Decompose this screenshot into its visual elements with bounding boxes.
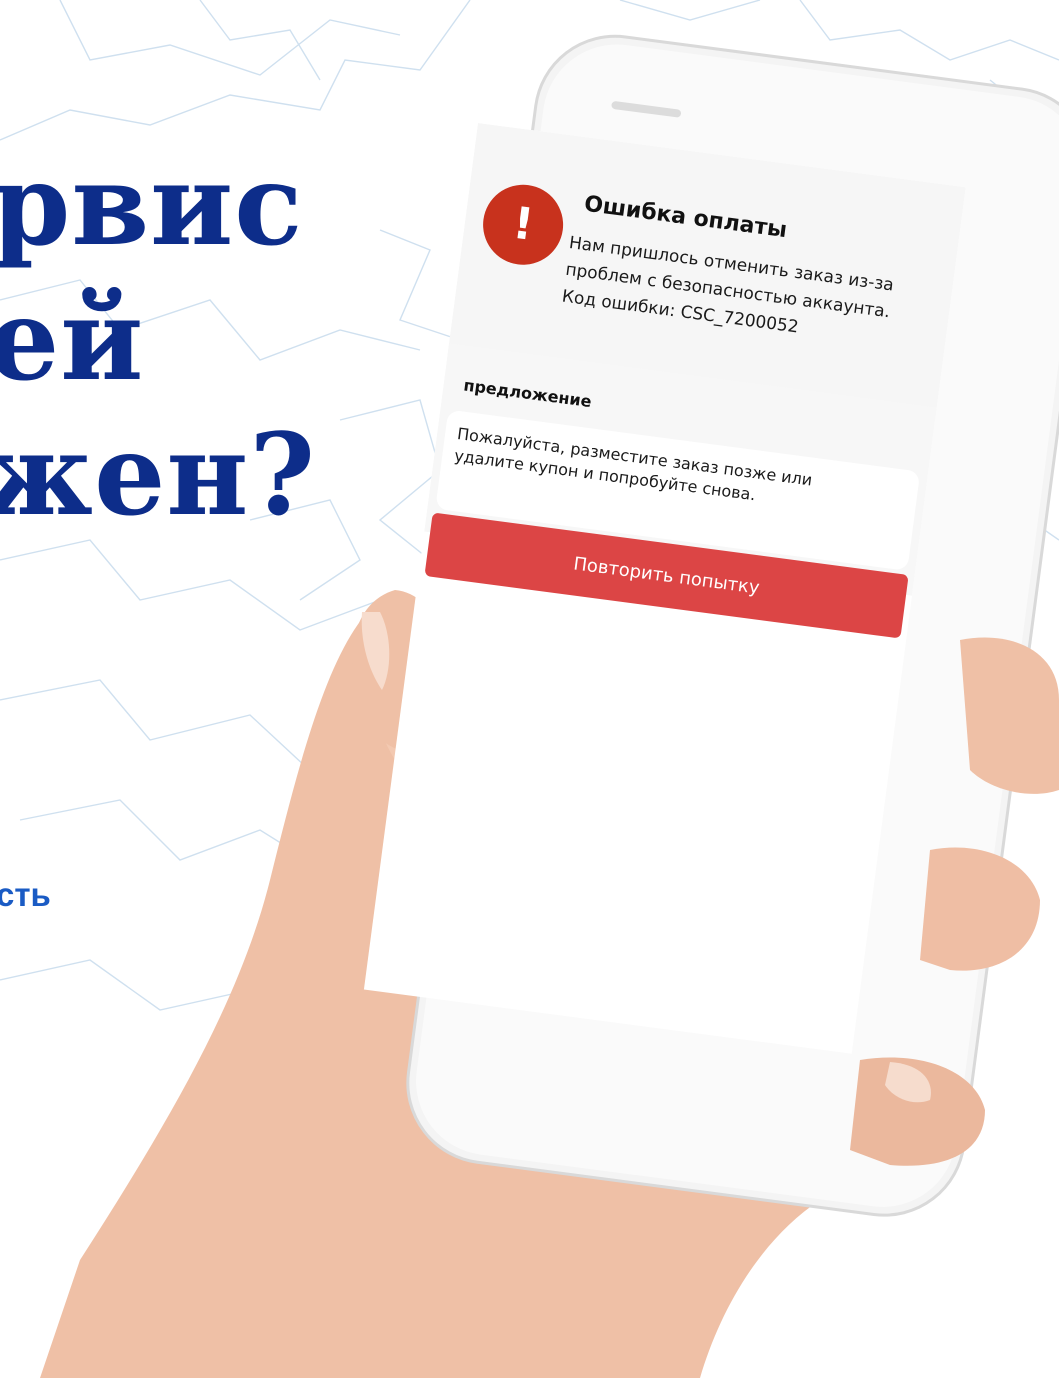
error-message: Нам пришлось отменить заказ из-за пробле… xyxy=(560,230,937,359)
suggestion-text: Пожалуйста, разместите заказ позже или у… xyxy=(453,423,814,513)
exclamation-icon: ! xyxy=(478,179,568,270)
suggestion-heading: предложение xyxy=(462,375,593,412)
